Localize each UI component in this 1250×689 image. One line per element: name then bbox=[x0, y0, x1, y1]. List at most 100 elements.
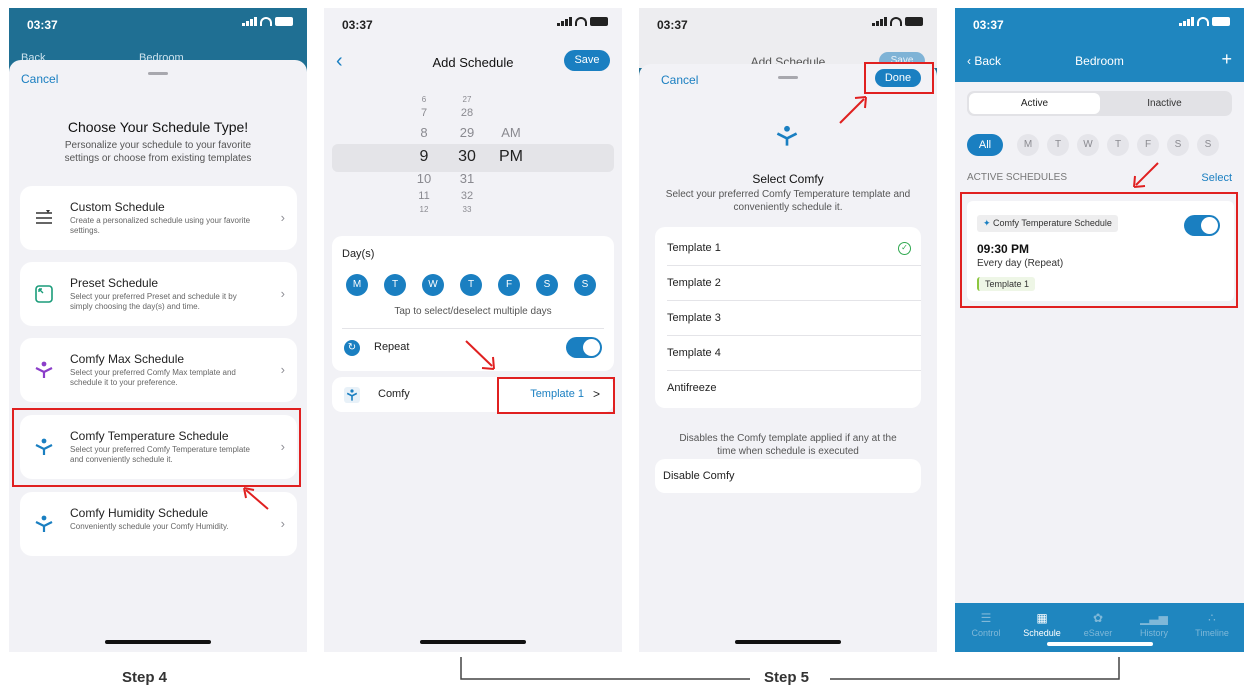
day-toggle-mon[interactable]: M bbox=[346, 274, 368, 296]
filter-day-wed[interactable]: W bbox=[1077, 134, 1099, 156]
option-preset-schedule[interactable]: Preset Schedule Select your preferred Pr… bbox=[20, 262, 297, 326]
minute-option[interactable]: 28 bbox=[452, 107, 482, 119]
wifi-icon bbox=[1197, 17, 1209, 26]
day-toggle-wed[interactable]: W bbox=[422, 274, 444, 296]
filter-day-fri[interactable]: F bbox=[1137, 134, 1159, 156]
hour-option[interactable]: 12 bbox=[409, 205, 439, 214]
template-label: Template 1 bbox=[667, 242, 721, 254]
day-toggle-tue[interactable]: T bbox=[384, 274, 406, 296]
minute-option[interactable]: 32 bbox=[452, 190, 482, 202]
hour-option[interactable]: 10 bbox=[409, 171, 439, 186]
highlight-box bbox=[960, 192, 1238, 308]
option-title: Comfy Max Schedule bbox=[70, 352, 185, 366]
tab-schedule[interactable]: ▦ Schedule bbox=[1017, 611, 1067, 638]
filter-day-thu[interactable]: T bbox=[1107, 134, 1129, 156]
minute-option-selected[interactable]: 30 bbox=[452, 148, 482, 166]
hour-option[interactable]: 7 bbox=[409, 107, 439, 119]
template-list: Template 1 ✓ Template 2 Template 3 Templ… bbox=[655, 227, 921, 408]
select-button[interactable]: Select bbox=[1201, 172, 1232, 184]
tutorial-canvas: 03:37 Back Bedroom Cancel Choose Your Sc… bbox=[0, 0, 1250, 689]
chevron-right-icon: › bbox=[280, 210, 285, 225]
phone-add-schedule: 03:37 ‹ Add Schedule Save 6 7 8 9 10 11 … bbox=[324, 8, 622, 652]
tab-label: eSaver bbox=[1083, 628, 1113, 638]
signal-icon bbox=[242, 17, 257, 26]
hour-option[interactable]: 11 bbox=[409, 190, 439, 202]
minute-option[interactable]: 27 bbox=[452, 95, 482, 104]
step-4-label: Step 4 bbox=[122, 669, 168, 686]
disable-comfy-button[interactable]: Disable Comfy bbox=[655, 459, 921, 493]
minute-option[interactable]: 31 bbox=[452, 171, 482, 186]
highlight-box bbox=[864, 62, 934, 94]
pointer-arrow-icon bbox=[243, 487, 269, 510]
tab-control[interactable]: ☰ Control bbox=[961, 611, 1011, 638]
tab-label: History bbox=[1139, 628, 1168, 638]
sheet-grabber[interactable] bbox=[148, 72, 168, 75]
option-desc: Select your preferred Comfy Max template… bbox=[70, 368, 236, 387]
sliders-icon: ☰ bbox=[980, 611, 992, 625]
chevron-right-icon: › bbox=[280, 286, 285, 301]
segment-active[interactable]: Active bbox=[969, 93, 1100, 114]
chevron-right-icon: › bbox=[280, 516, 285, 531]
template-label: Template 4 bbox=[667, 347, 721, 359]
day-toggle-fri[interactable]: F bbox=[498, 274, 520, 296]
battery-icon bbox=[275, 17, 293, 26]
comfy-max-icon bbox=[35, 361, 53, 378]
section-label: ACTIVE SCHEDULES bbox=[967, 172, 1068, 183]
template-option-4[interactable]: Template 4 bbox=[667, 336, 921, 371]
signal-icon bbox=[1179, 17, 1194, 26]
battery-icon bbox=[905, 17, 923, 26]
pointer-arrow-icon bbox=[1133, 162, 1159, 188]
filter-day-tue[interactable]: T bbox=[1047, 134, 1069, 156]
template-option-3[interactable]: Template 3 bbox=[667, 301, 921, 336]
ampm-option-selected[interactable]: PM bbox=[496, 148, 526, 166]
hour-option-selected[interactable]: 9 bbox=[409, 148, 439, 166]
hour-option[interactable]: 6 bbox=[409, 95, 439, 104]
divider bbox=[342, 328, 604, 329]
add-schedule-button[interactable]: + bbox=[1221, 49, 1232, 70]
day-toggle-sat[interactable]: S bbox=[536, 274, 558, 296]
template-option-antifreeze[interactable]: Antifreeze bbox=[667, 371, 921, 406]
cancel-button[interactable]: Cancel bbox=[661, 73, 698, 87]
wifi-icon bbox=[890, 17, 902, 26]
filter-day-mon[interactable]: M bbox=[1017, 134, 1039, 156]
hour-option[interactable]: 8 bbox=[409, 125, 439, 140]
filter-all[interactable]: All bbox=[967, 134, 1003, 156]
option-desc: Create a personalized schedule using you… bbox=[70, 216, 251, 235]
repeat-label: Repeat bbox=[374, 341, 410, 353]
save-button[interactable]: Save bbox=[564, 50, 610, 71]
tab-history[interactable]: ▁▃▅ History bbox=[1129, 611, 1179, 638]
repeat-toggle[interactable] bbox=[566, 337, 602, 358]
pointer-arrow-icon bbox=[839, 96, 867, 124]
template-label: Template 2 bbox=[667, 277, 721, 289]
filter-day-sun[interactable]: S bbox=[1197, 134, 1219, 156]
page-title: Choose Your Schedule Type! bbox=[67, 119, 249, 135]
cancel-button[interactable]: Cancel bbox=[21, 72, 58, 86]
segment-inactive[interactable]: Inactive bbox=[1099, 93, 1230, 114]
phone-bedroom-schedules: 03:37 ‹ Back Bedroom + Active Inactive A… bbox=[955, 8, 1244, 652]
filter-day-sat[interactable]: S bbox=[1167, 134, 1189, 156]
day-toggle-sun[interactable]: S bbox=[574, 274, 596, 296]
tab-esaver[interactable]: ✿ eSaver bbox=[1073, 611, 1123, 638]
minute-option[interactable]: 33 bbox=[452, 205, 482, 214]
sheet-grabber[interactable] bbox=[778, 76, 798, 79]
option-desc: Conveniently schedule your Comfy Humidit… bbox=[70, 522, 229, 531]
status-bar: 03:37 bbox=[639, 8, 937, 38]
option-custom-schedule[interactable]: Custom Schedule Create a personalized sc… bbox=[20, 186, 297, 250]
tab-timeline[interactable]: ∴ Timeline bbox=[1187, 611, 1237, 638]
signal-icon bbox=[872, 17, 887, 26]
template-option-1[interactable]: Template 1 ✓ bbox=[667, 231, 921, 266]
step-5-label: Step 5 bbox=[764, 669, 810, 686]
status-bar: 03:37 bbox=[955, 8, 1244, 38]
option-title: Comfy Humidity Schedule bbox=[70, 506, 209, 520]
phone-select-comfy: 03:37 Add Schedule Save Cancel Done Sele… bbox=[639, 8, 937, 652]
disable-note: Disables the Comfy template applied if a… bbox=[679, 433, 897, 457]
ampm-option[interactable]: AM bbox=[496, 125, 526, 140]
template-option-2[interactable]: Template 2 bbox=[667, 266, 921, 301]
leaf-icon: ✿ bbox=[1092, 611, 1104, 625]
status-time: 03:37 bbox=[27, 18, 58, 32]
minute-option[interactable]: 29 bbox=[452, 125, 482, 140]
day-toggle-thu[interactable]: T bbox=[460, 274, 482, 296]
option-title: Preset Schedule bbox=[70, 276, 159, 290]
status-icons bbox=[242, 17, 293, 26]
option-comfy-max-schedule[interactable]: Comfy Max Schedule Select your preferred… bbox=[20, 338, 297, 402]
